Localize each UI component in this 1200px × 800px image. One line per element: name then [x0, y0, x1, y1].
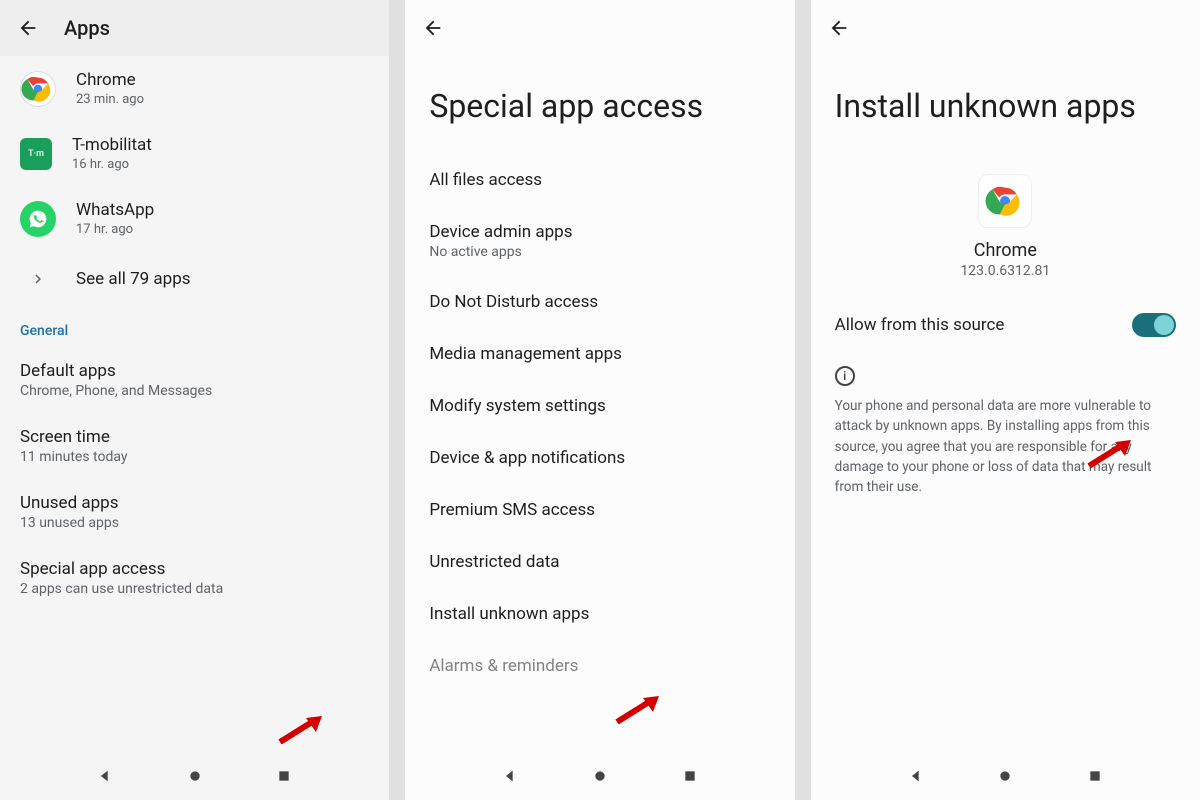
- content: Install unknown apps Chrome 123.0.6312.8…: [811, 56, 1200, 752]
- nav-home-icon[interactable]: [996, 767, 1014, 785]
- android-navbar: [811, 752, 1200, 800]
- topbar: [811, 0, 1200, 56]
- back-icon[interactable]: [827, 16, 851, 40]
- item-premium-sms[interactable]: Premium SMS access: [405, 484, 794, 536]
- app-sub: 16 hr. ago: [72, 157, 152, 172]
- nav-recent-icon[interactable]: [681, 767, 699, 785]
- app-name: Chrome: [974, 240, 1037, 261]
- page-title: Apps: [64, 16, 110, 40]
- android-navbar: [405, 752, 794, 800]
- allow-from-source-row[interactable]: Allow from this source: [811, 297, 1200, 353]
- app-row-whatsapp[interactable]: WhatsApp 17 hr. ago: [0, 186, 389, 251]
- nav-recent-icon[interactable]: [275, 767, 293, 785]
- setting-special-app-access[interactable]: Special app access 2 apps can use unrest…: [0, 545, 389, 611]
- nav-back-icon[interactable]: [907, 767, 925, 785]
- app-version: 123.0.6312.81: [960, 263, 1050, 279]
- see-all-label: See all 79 apps: [76, 269, 191, 289]
- page-title: Special app access: [405, 56, 794, 154]
- item-install-unknown-apps[interactable]: Install unknown apps: [405, 588, 794, 640]
- setting-screen-time[interactable]: Screen time 11 minutes today: [0, 413, 389, 479]
- item-all-files-access[interactable]: All files access: [405, 154, 794, 206]
- content: Special app access All files access Devi…: [405, 56, 794, 752]
- item-alarms-reminders[interactable]: Alarms & reminders: [405, 640, 794, 692]
- chrome-icon: [20, 71, 56, 107]
- app-name: T-mobilitat: [72, 135, 152, 155]
- see-all-apps[interactable]: See all 79 apps: [0, 251, 389, 307]
- item-modify-system-settings[interactable]: Modify system settings: [405, 380, 794, 432]
- setting-default-apps[interactable]: Default apps Chrome, Phone, and Messages: [0, 347, 389, 413]
- android-navbar: [0, 752, 389, 800]
- install-unknown-apps-screen: Install unknown apps Chrome 123.0.6312.8…: [811, 0, 1200, 800]
- item-media-management[interactable]: Media management apps: [405, 328, 794, 380]
- app-name: WhatsApp: [76, 200, 154, 220]
- tmobilitat-icon: T·m: [20, 138, 52, 170]
- info-text: Your phone and personal data are more vu…: [835, 396, 1176, 497]
- item-device-app-notifications[interactable]: Device & app notifications: [405, 432, 794, 484]
- whatsapp-icon: [20, 201, 56, 237]
- back-icon[interactable]: [421, 16, 445, 40]
- chevron-right-icon: [20, 270, 56, 288]
- nav-home-icon[interactable]: [591, 767, 609, 785]
- allow-source-toggle[interactable]: [1132, 313, 1176, 337]
- info-section: i Your phone and personal data are more …: [811, 353, 1200, 509]
- item-device-admin-apps[interactable]: Device admin apps No active apps: [405, 206, 794, 276]
- nav-back-icon[interactable]: [501, 767, 519, 785]
- topbar: Apps: [0, 0, 389, 56]
- chrome-icon: [978, 174, 1032, 228]
- section-general: General: [0, 307, 389, 347]
- setting-unused-apps[interactable]: Unused apps 13 unused apps: [0, 479, 389, 545]
- app-row-tmobilitat[interactable]: T·m T-mobilitat 16 hr. ago: [0, 121, 389, 186]
- content: Chrome 23 min. ago T·m T-mobilitat 16 hr…: [0, 56, 389, 752]
- nav-recent-icon[interactable]: [1086, 767, 1104, 785]
- topbar: [405, 0, 794, 56]
- item-dnd-access[interactable]: Do Not Disturb access: [405, 276, 794, 328]
- app-detail: Chrome 123.0.6312.81: [811, 154, 1200, 297]
- nav-back-icon[interactable]: [96, 767, 114, 785]
- back-icon[interactable]: [16, 16, 40, 40]
- page-title: Install unknown apps: [811, 56, 1200, 154]
- apps-settings-screen: Apps Chrome 23 min. ago T·m T-mobilitat …: [0, 0, 389, 800]
- info-icon: i: [835, 366, 855, 386]
- toggle-label: Allow from this source: [835, 315, 1005, 335]
- nav-home-icon[interactable]: [186, 767, 204, 785]
- app-sub: 17 hr. ago: [76, 222, 154, 237]
- special-app-access-screen: Special app access All files access Devi…: [405, 0, 794, 800]
- app-row-chrome[interactable]: Chrome 23 min. ago: [0, 56, 389, 121]
- app-sub: 23 min. ago: [76, 92, 144, 107]
- app-name: Chrome: [76, 70, 144, 90]
- item-unrestricted-data[interactable]: Unrestricted data: [405, 536, 794, 588]
